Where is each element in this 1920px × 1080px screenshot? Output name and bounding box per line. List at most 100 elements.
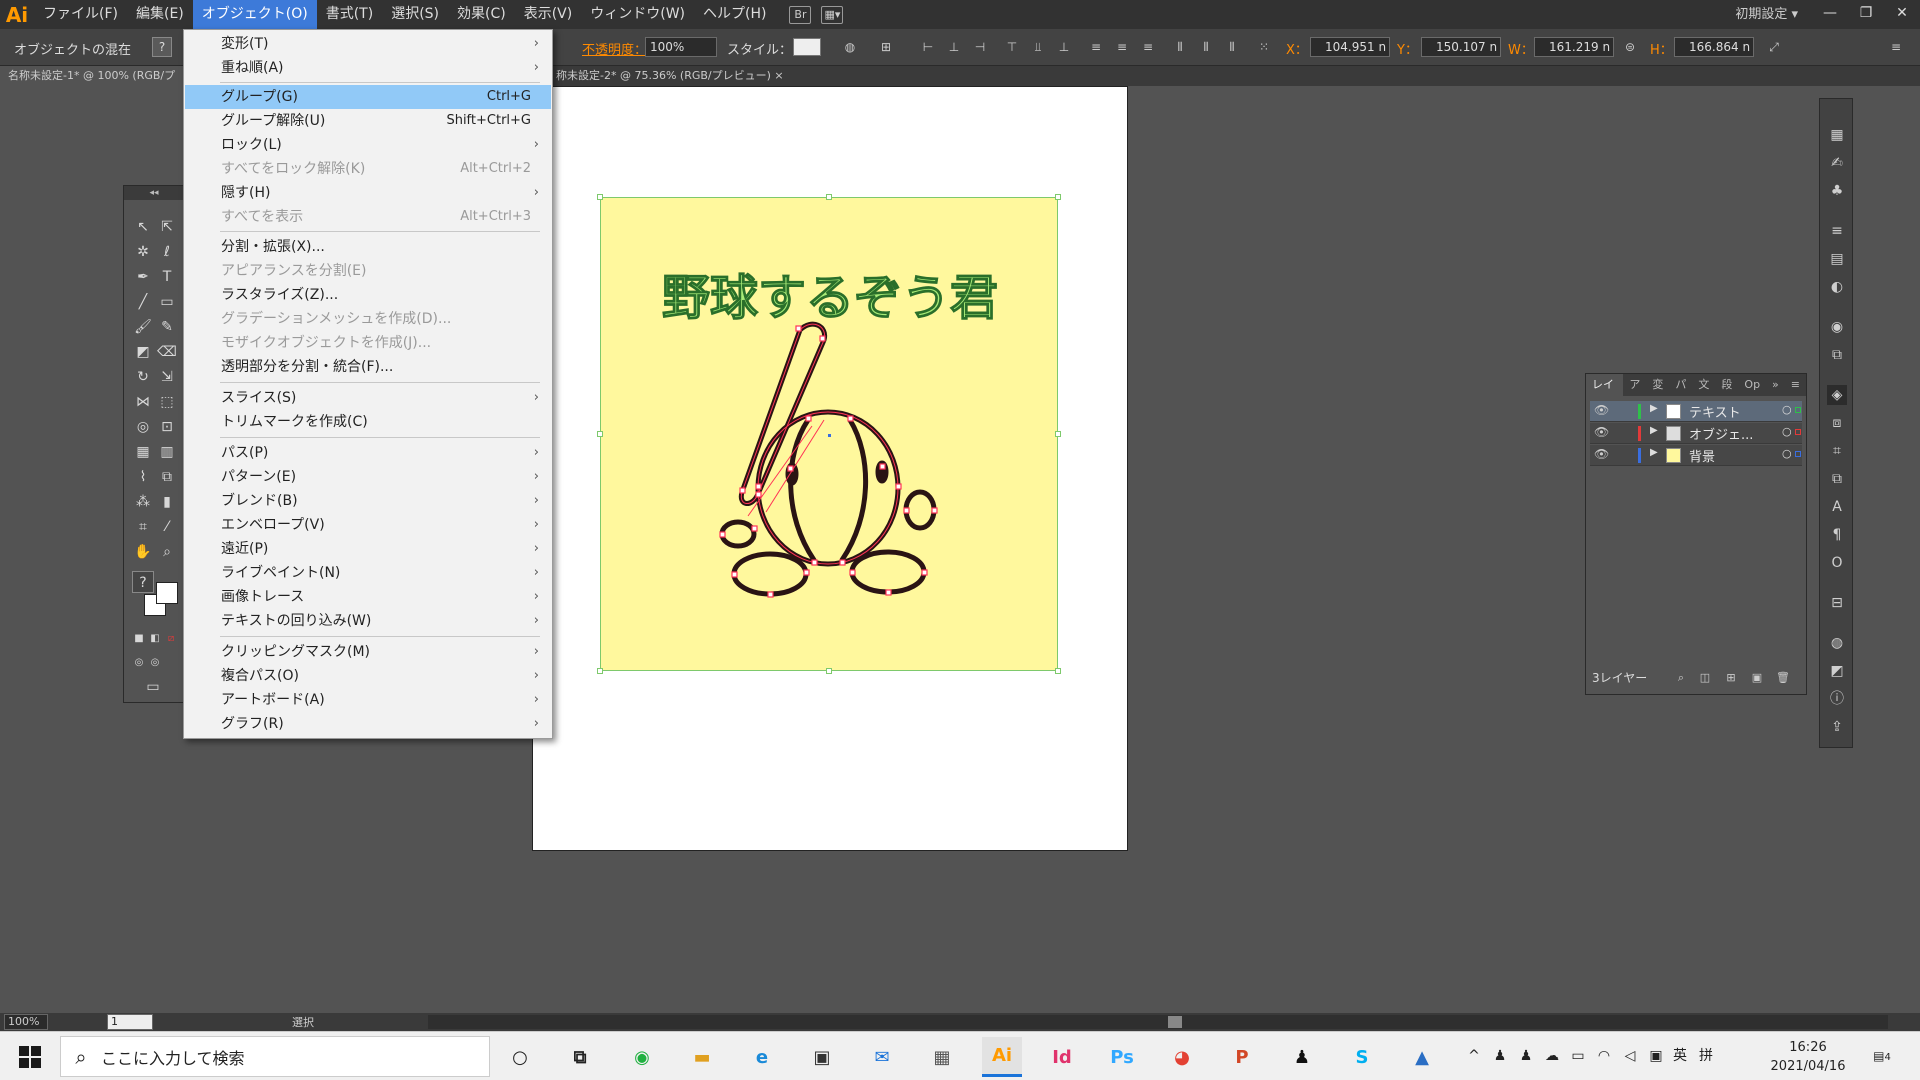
line-tool-icon[interactable]: ╱ (132, 291, 154, 313)
store-icon[interactable]: ▣ (802, 1037, 842, 1077)
bbox-handle-tl[interactable] (597, 194, 603, 200)
tab-transform[interactable]: 変 (1646, 374, 1669, 396)
menu-item-blend[interactable]: ブレンド(B) › (185, 489, 551, 513)
ime-input-indicator[interactable]: 拼 (1696, 1046, 1716, 1066)
lasso-tool-icon[interactable]: ℓ (156, 241, 178, 263)
menu-item-graph[interactable]: グラフ(R) › (185, 712, 551, 736)
photos-icon[interactable]: ▲ (1402, 1037, 1442, 1077)
menu-object[interactable]: オブジェクト(O) (192, 0, 317, 29)
menu-select[interactable]: 選択(S) (382, 0, 448, 29)
h-field[interactable]: 166.864 n (1674, 37, 1754, 57)
menu-file[interactable]: ファイル(F) (34, 0, 127, 29)
width-tool-icon[interactable]: ⋈ (132, 391, 154, 413)
align-vcenter-icon[interactable]: ⫫ (1030, 39, 1046, 55)
menu-help[interactable]: ヘルプ(H) (694, 0, 775, 29)
bridge-icon[interactable]: Br (789, 5, 812, 24)
align-bottom-icon[interactable]: ⊥ (1056, 39, 1072, 55)
constrain-proportions-icon[interactable]: ⊜ (1622, 39, 1638, 55)
document-info-icon[interactable]: ⓘ (1827, 689, 1847, 709)
bbox-handle-bc[interactable] (826, 668, 832, 674)
character-dock-icon[interactable]: A (1827, 497, 1847, 517)
distribute-left-icon[interactable]: ⫴ (1172, 39, 1188, 55)
distribute-top-icon[interactable]: ≡ (1088, 39, 1104, 55)
menu-item-hide[interactable]: 隠す(H) › (185, 181, 551, 205)
slice-tool-icon[interactable]: ⁄ (156, 516, 178, 538)
menu-edit[interactable]: 編集(E) (127, 0, 193, 29)
menu-item-text-wrap[interactable]: テキストの回り込み(W) › (185, 609, 551, 633)
minimize-button[interactable]: — (1812, 0, 1848, 29)
blob-brush-tool-icon[interactable]: ◩ (132, 341, 154, 363)
selection-indicator[interactable] (1795, 429, 1801, 435)
stroke-swatch[interactable] (156, 582, 178, 604)
align-left-icon[interactable]: ⊢ (920, 39, 936, 55)
artboard-number-field[interactable]: 1 (107, 1014, 153, 1030)
menu-item-flatten-transparency[interactable]: 透明部分を分割・統合(F)... (185, 355, 551, 379)
menu-item-image-trace[interactable]: 画像トレース › (185, 585, 551, 609)
menu-item-transform[interactable]: 変形(T) › (185, 32, 551, 56)
tab-pathfinder[interactable]: パ (1669, 374, 1692, 396)
qq-tray-icon[interactable]: ♟ (1490, 1046, 1510, 1066)
volume-icon[interactable]: ◁ (1620, 1046, 1640, 1066)
bbox-handle-mr[interactable] (1055, 431, 1061, 437)
bbox-handle-br[interactable] (1055, 668, 1061, 674)
screen-mode-icon[interactable]: ▭ (142, 676, 164, 698)
chrome-icon[interactable]: ◕ (1162, 1037, 1202, 1077)
style-swatch[interactable] (793, 38, 821, 56)
delete-layer-icon[interactable]: 🗑 (1776, 671, 1790, 685)
edge-icon[interactable]: e (742, 1037, 782, 1077)
layer-row-object[interactable]: 👁 ▶ オブジェ... ○ (1590, 423, 1802, 444)
tab-layers[interactable]: レイヤー (1586, 374, 1624, 413)
paintbrush-tool-icon[interactable]: 🖌 (132, 316, 154, 338)
recolor-icon[interactable]: ◍ (842, 39, 858, 55)
opentype-dock-icon[interactable]: O (1827, 553, 1847, 573)
ime-mode-indicator[interactable]: 英 (1670, 1046, 1690, 1066)
distribute-hcenter-icon[interactable]: ⫴ (1198, 39, 1214, 55)
brushes-icon[interactable]: ✍ (1827, 153, 1847, 173)
menu-item-perspective[interactable]: 遠近(P) › (185, 537, 551, 561)
appearance-icon[interactable]: ◉ (1827, 317, 1847, 337)
opacity-field[interactable]: 100% (645, 37, 717, 57)
illustrator-taskbar-icon[interactable]: Ai (982, 1037, 1022, 1077)
scrollbar-thumb[interactable] (1168, 1016, 1182, 1028)
gradient-tool-icon[interactable]: ▥ (156, 441, 178, 463)
bbox-handle-bl[interactable] (597, 668, 603, 674)
start-button[interactable] (0, 1032, 60, 1080)
menu-item-rasterize[interactable]: ラスタライズ(Z)... (185, 283, 551, 307)
new-sublayer-icon[interactable]: ⊞ (1724, 671, 1738, 685)
menu-item-compound-path[interactable]: 複合パス(O) › (185, 664, 551, 688)
skype-icon[interactable]: S (1342, 1037, 1382, 1077)
menu-item-arrange[interactable]: 重ね順(A) › (185, 56, 551, 80)
expand-arrow-icon[interactable]: ▶ (1650, 403, 1658, 414)
tools-panel-header[interactable]: ◂◂ (124, 186, 184, 200)
pathfinder-dock-icon[interactable]: ⧉ (1827, 469, 1847, 489)
tab-appearance[interactable]: ア (1623, 374, 1646, 396)
menu-type[interactable]: 書式(T) (317, 0, 382, 29)
paragraph-dock-icon[interactable]: ¶ (1827, 525, 1847, 545)
pencil-tool-icon[interactable]: ✎ (156, 316, 178, 338)
photoshop-taskbar-icon[interactable]: Ps (1102, 1037, 1142, 1077)
hand-tool-icon[interactable]: ✋ (132, 541, 154, 563)
draw-behind-icon[interactable]: ◎ (144, 652, 166, 674)
menu-item-expand[interactable]: 分割・拡張(X)... (185, 235, 551, 259)
y-field[interactable]: 150.107 n (1421, 37, 1501, 57)
align-top-icon[interactable]: ⊤ (1004, 39, 1020, 55)
cloud-sync-icon[interactable]: ☁ (1542, 1046, 1562, 1066)
target-circle-icon[interactable]: ○ (1782, 403, 1792, 416)
artboards-dock-icon[interactable]: ⧈ (1827, 413, 1847, 433)
scale-tool-icon[interactable]: ⇲ (156, 366, 178, 388)
expand-arrow-icon[interactable]: ▶ (1650, 425, 1658, 436)
stroke-icon[interactable]: ≡ (1827, 221, 1847, 241)
align-hcenter-icon[interactable]: ⊥ (946, 39, 962, 55)
expand-arrow-icon[interactable]: ▶ (1650, 447, 1658, 458)
meet-now-icon[interactable]: ▣ (1646, 1046, 1666, 1066)
close-button[interactable]: ✕ (1884, 0, 1920, 29)
indesign-taskbar-icon[interactable]: Id (1042, 1037, 1082, 1077)
visibility-eye-icon[interactable]: 👁 (1594, 447, 1609, 461)
menu-item-ungroup[interactable]: グループ解除(U) Shift+Ctrl+G (185, 109, 551, 133)
tab-opentype[interactable]: Op (1738, 374, 1766, 396)
selection-tool-icon[interactable]: ↖ (132, 216, 154, 238)
none-mode-icon[interactable]: ⧄ (160, 628, 182, 650)
menu-item-live-paint[interactable]: ライブペイント(N) › (185, 561, 551, 585)
image-trace-icon[interactable]: ◩ (1827, 661, 1847, 681)
perspective-grid-tool-icon[interactable]: ⊡ (156, 416, 178, 438)
